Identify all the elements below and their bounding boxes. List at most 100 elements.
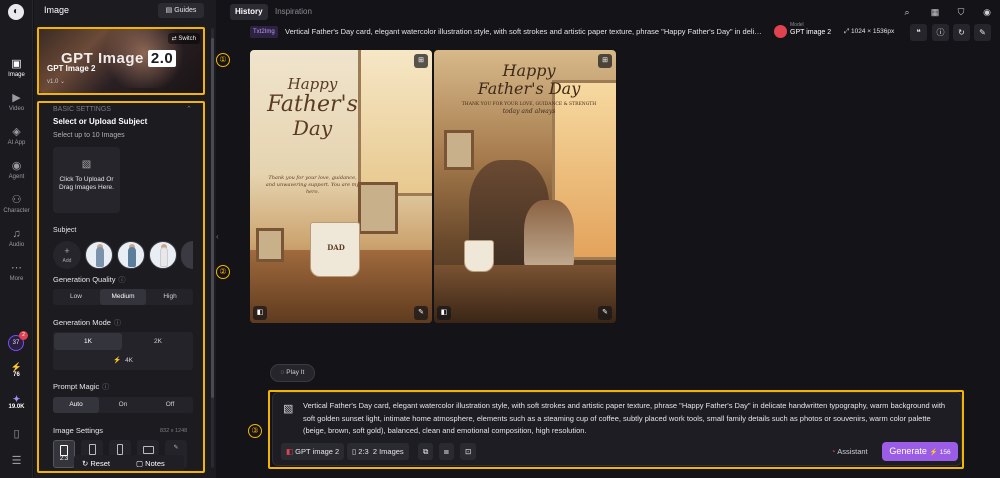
prompt-magic-off[interactable]: Off — [147, 397, 193, 413]
card-heading: Happy Father's Day THANK YOU FOR YOUR LO… — [454, 62, 604, 116]
task-type-badge: Txt2Img — [250, 26, 278, 38]
info-icon[interactable]: ⓘ — [114, 320, 121, 327]
image-edit-icon[interactable]: ✎ — [598, 306, 612, 320]
mode-label: Generation Mode ⓘ — [53, 318, 121, 328]
prompt-magic-auto[interactable]: Auto — [53, 397, 99, 413]
guides-button[interactable]: ▤ Guides — [158, 3, 204, 18]
count-chip-label: 2 Images — [372, 447, 404, 456]
collapse-panel-icon[interactable]: ‹ — [216, 232, 222, 248]
photo-frame — [358, 182, 398, 234]
image-prompt-icon[interactable]: ▧ — [283, 402, 293, 415]
model-version[interactable]: v1.0 ⌄ — [47, 78, 65, 85]
ratio-2-3[interactable]: 2:3 — [53, 440, 75, 468]
generated-image-2[interactable]: Happy Father's Day THANK YOU FOR YOUR LO… — [434, 50, 616, 323]
quality-selector: Low Medium High — [53, 289, 193, 305]
model-card[interactable]: GPT Image 2.0 GPT Image 2 v1.0 ⌄ ⇄ Switch — [39, 28, 204, 93]
image-edit-icon[interactable]: ✎ — [414, 306, 428, 320]
grid-view-icon[interactable]: ▦ — [926, 3, 944, 21]
quality-option-high[interactable]: High — [147, 289, 193, 305]
reference-icon: ⧈ — [444, 447, 449, 456]
rail-item-video[interactable]: ▶ Video — [0, 92, 33, 112]
info-icon[interactable]: ⓘ — [119, 277, 126, 284]
lock-chip[interactable]: ⊡ — [460, 443, 477, 460]
regenerate-button[interactable]: ↻ — [953, 24, 970, 41]
upload-image-icon: ▧ — [81, 159, 92, 170]
subject-avatar[interactable] — [117, 241, 145, 269]
notes-button[interactable]: ▢ Notes — [136, 455, 165, 472]
rail-item-ai-app[interactable]: ◈ AI App — [0, 126, 33, 146]
play-it-button[interactable]: ◌ Play It — [270, 364, 315, 382]
quality-option-medium[interactable]: Medium — [100, 289, 146, 305]
ai-app-icon: ◈ — [12, 126, 21, 138]
level-badge[interactable]: 37 2 — [8, 331, 28, 351]
assistant-button[interactable]: ◔ Assistant — [831, 443, 868, 460]
notes-icon: ▢ — [136, 459, 146, 468]
expand-icon: ⤢ — [844, 28, 852, 35]
filter-icon[interactable]: ⛉ — [952, 3, 970, 21]
quality-option-low[interactable]: Low — [53, 289, 99, 305]
ratio-shape-icon — [117, 444, 123, 455]
subject-avatar[interactable] — [149, 241, 177, 269]
model-name-label: GPT image 2 — [790, 29, 832, 36]
generated-image-1[interactable]: Happy Father's Day Thank you for your lo… — [250, 50, 432, 323]
model-icon — [774, 25, 787, 38]
quote-prompt-button[interactable]: ❝ — [910, 24, 927, 41]
edit-icon: ✎ — [979, 28, 986, 37]
prompt-magic-selector: Auto On Off — [53, 397, 193, 413]
image-model-icon: ◧ — [253, 306, 267, 320]
image-icon: ▣ — [11, 58, 22, 70]
info-icon[interactable]: ⓘ — [102, 384, 109, 391]
reset-button[interactable]: ↻ Reset — [82, 455, 110, 472]
prompt-magic-label-text: Prompt Magic — [53, 382, 100, 391]
credits-stat[interactable]: ✦ 19.0K — [0, 394, 33, 410]
generate-button[interactable]: Generate ⚡ 156 — [882, 442, 958, 461]
task-prompt[interactable]: Vertical Father's Day card, elegant wate… — [285, 26, 765, 38]
add-subject-button[interactable]: + Add — [53, 241, 81, 269]
reset-label: Reset — [90, 459, 110, 468]
image-select-icon[interactable]: ⊞ — [598, 54, 612, 68]
model-version-value: v1.0 — [47, 79, 59, 85]
rail-item-label: Character — [3, 208, 30, 214]
style-chip[interactable]: ⧉ — [418, 443, 434, 460]
rail-item-more[interactable]: ⋯ More — [0, 262, 33, 282]
menu-button[interactable]: ☰ — [0, 455, 33, 467]
tab-inspiration[interactable]: Inspiration — [270, 4, 317, 20]
collapse-section-icon[interactable]: ⌃ — [186, 105, 192, 113]
scrollbar-thumb[interactable] — [211, 38, 214, 398]
mode-option-4k[interactable]: ⚡ 4K — [89, 352, 157, 369]
panel-scrollbar[interactable] — [211, 28, 214, 468]
card-heading-line: Day — [292, 116, 333, 140]
prompt-magic-on[interactable]: On — [100, 397, 146, 413]
menu-icon: ☰ — [11, 455, 22, 467]
edit-task-button[interactable]: ✎ — [974, 24, 991, 41]
eye-icon[interactable]: ◉ — [978, 3, 996, 21]
tab-history[interactable]: History — [230, 4, 268, 20]
assistant-label: Assistant — [837, 447, 868, 456]
app-logo-icon[interactable]: ◐ — [8, 4, 24, 20]
subject-avatar[interactable] — [85, 241, 113, 269]
ratio-count-chip[interactable]: ▯ 2:3 2 Images — [347, 443, 409, 460]
search-icon[interactable]: ⌕ — [898, 3, 916, 21]
rail-item-agent[interactable]: ◉ Agent — [0, 160, 33, 180]
model-chip[interactable]: ◧ GPT image 2 — [281, 443, 345, 460]
switch-model-button[interactable]: ⇄ Switch — [167, 33, 200, 44]
switch-label: Switch — [178, 36, 196, 42]
rail-item-audio[interactable]: ♫ Audio — [0, 228, 33, 248]
rail-item-character[interactable]: ⚇ Character — [0, 194, 33, 214]
image-select-icon[interactable]: ⊞ — [414, 54, 428, 68]
toolbar: ⌕ ▦ ⛉ ◉ — [898, 3, 998, 21]
info-button[interactable]: ⓘ — [932, 24, 949, 41]
mode-option-1k[interactable]: 1K — [54, 333, 122, 350]
mode-option-2k[interactable]: 2K — [124, 333, 192, 350]
energy-value: 76 — [13, 372, 20, 378]
prompt-input[interactable]: Vertical Father's Day card, elegant wate… — [303, 400, 953, 438]
rail-item-image[interactable]: ▣ Image — [0, 58, 33, 78]
reference-chip[interactable]: ⧈ — [439, 443, 454, 460]
device-button[interactable]: ▯ — [0, 428, 33, 440]
upload-dropzone[interactable]: ▧ Click To Upload Or Drag Images Here. — [53, 147, 120, 213]
ratio-shape-icon — [60, 445, 68, 456]
book-icon: ▤ — [165, 7, 175, 14]
upload-box-text: Click To Upload Or Drag Images Here. — [59, 176, 114, 191]
energy-stat[interactable]: ⚡ 76 — [0, 362, 33, 378]
ratio-shape-icon — [142, 446, 154, 454]
